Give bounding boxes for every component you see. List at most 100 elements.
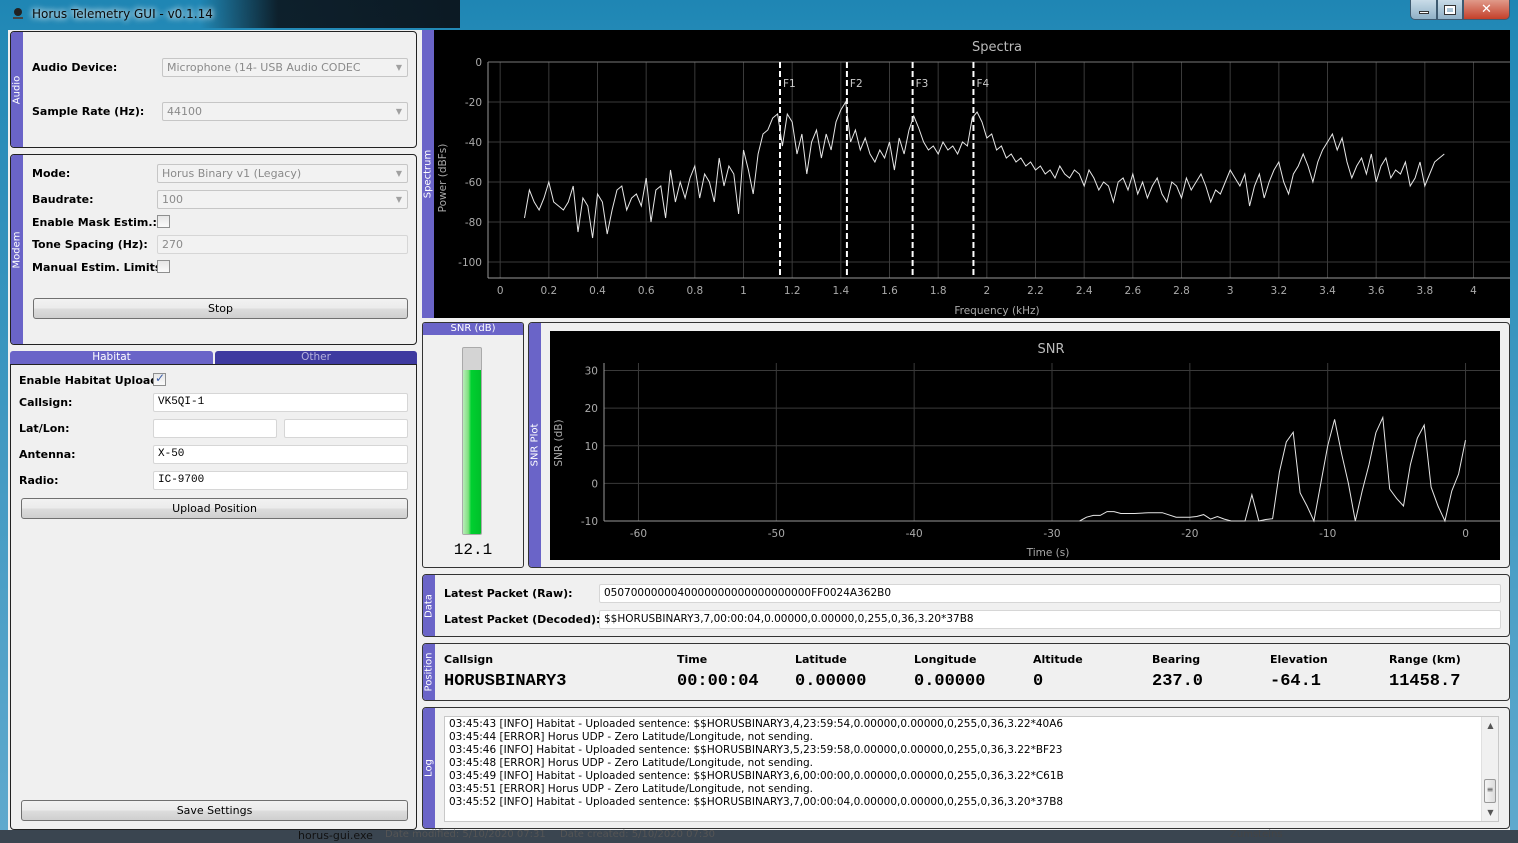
log-scrollbar[interactable]: ▲ ≡ ▼ xyxy=(1481,717,1498,821)
y-tick-label: -40 xyxy=(465,137,482,149)
log-section-tab: Log xyxy=(423,708,435,828)
x-tick-label: 0.4 xyxy=(589,285,606,297)
latitude-input[interactable] xyxy=(153,419,277,438)
spectrum-chart: Spectra 0 0.2 0.4 0.6 0.8 1 1.2 1.4 1.6 1.8 2 2.2 2.4… xyxy=(437,40,1510,317)
y-tick-label: -100 xyxy=(458,257,482,269)
x-tick-label: 3 xyxy=(1227,285,1234,297)
log-line: 03:45:48 [ERROR] Horus UDP - Zero Latitu… xyxy=(449,757,813,769)
scroll-up-icon[interactable]: ▲ xyxy=(1482,717,1499,734)
log-textarea[interactable]: 03:45:43 [INFO] Habitat - Uploaded sente… xyxy=(444,716,1499,822)
x-tick-label: 0 xyxy=(1462,528,1469,540)
x-tick-label: 1.4 xyxy=(832,285,849,297)
habitat-panel: Enable Habitat Upload: ✓ Callsign: VK5QI… xyxy=(10,364,417,830)
x-tick-label: 2.4 xyxy=(1076,285,1093,297)
radio-label: Radio: xyxy=(19,474,59,487)
x-tick-label: 2.8 xyxy=(1173,285,1190,297)
upload-position-button[interactable]: Upload Position xyxy=(21,498,408,519)
chevron-down-icon: ▼ xyxy=(395,107,402,116)
scroll-down-icon[interactable]: ▼ xyxy=(1482,804,1499,821)
tab-habitat[interactable]: Habitat xyxy=(10,351,213,365)
callsign-input[interactable]: VK5QI-1 xyxy=(153,393,408,412)
antenna-input[interactable]: X-50 xyxy=(153,445,408,464)
maximize-icon xyxy=(1444,4,1456,15)
audio-section-label: Audio xyxy=(11,75,23,104)
time-value: 00:00:04 xyxy=(677,672,759,691)
close-icon: ✕ xyxy=(1481,2,1492,17)
snr-value: 12.1 xyxy=(453,541,493,559)
x-tick-label: 2 xyxy=(983,285,990,297)
position-section-tab: Position xyxy=(423,644,435,700)
audio-device-select[interactable]: Microphone (14- USB Audio CODEC ▼ xyxy=(162,58,408,77)
tab-other[interactable]: Other xyxy=(215,351,417,365)
latitude-header: Latitude xyxy=(795,653,847,666)
background-other: Zumsteins xyxy=(1230,829,1283,840)
sample-rate-label: Sample Rate (Hz): xyxy=(32,105,145,118)
manual-estim-label: Manual Estim. Limits: xyxy=(32,261,166,274)
baudrate-select[interactable]: 100 ▼ xyxy=(157,190,408,209)
title-bar[interactable]: Horus Telemetry GUI - v0.1.14 ✕ xyxy=(0,0,1518,30)
x-tick-label: 2.6 xyxy=(1124,285,1141,297)
mask-estim-label: Enable Mask Estim.: xyxy=(32,216,157,229)
chevron-down-icon: ▼ xyxy=(395,169,402,178)
log-line: 03:45:52 [INFO] Habitat - Uploaded sente… xyxy=(449,796,1064,808)
audio-section-tab: Audio xyxy=(11,32,23,147)
data-section-tab: Data xyxy=(423,575,435,636)
maximize-button[interactable] xyxy=(1437,0,1463,20)
stop-button[interactable]: Stop xyxy=(33,298,408,319)
snr-meter: SNR (dB) 12.1 xyxy=(422,322,524,568)
callsign-header: Callsign xyxy=(444,653,494,666)
y-tick-label: 30 xyxy=(585,366,598,378)
longitude-value: 0.00000 xyxy=(914,672,986,691)
save-settings-button[interactable]: Save Settings xyxy=(21,800,408,821)
x-tick-label: 4 xyxy=(1470,285,1477,297)
radio-input[interactable]: IC-9700 xyxy=(153,471,408,490)
range-header: Range (km) xyxy=(1389,653,1461,666)
log-line: 03:45:46 [INFO] Habitat - Uploaded sente… xyxy=(449,744,1063,756)
snr-meter-header: SNR (dB) xyxy=(423,323,523,335)
background-modified: Date modified: 5/10/2020 07:31 xyxy=(385,829,546,840)
tone-spacing-input[interactable]: 270 xyxy=(157,235,408,254)
decoded-packet-field[interactable]: $$HORUSBINARY3,7,00:00:04,0.00000,0.0000… xyxy=(599,610,1501,629)
data-section-label: Data xyxy=(423,593,435,618)
time-header: Time xyxy=(677,653,708,666)
x-tick-label: -50 xyxy=(768,528,785,540)
snr-chart: SNR -60 -50 -40 -30 -20 -10 0 30 20 10 0 -10 Time (s)… xyxy=(550,331,1500,560)
tone-spacing-label: Tone Spacing (Hz): xyxy=(32,238,148,251)
modem-group: Modem Mode: Horus Binary v1 (Legacy) ▼ Ba… xyxy=(10,154,417,345)
y-tick-label: 10 xyxy=(585,441,598,453)
longitude-header: Longitude xyxy=(914,653,977,666)
scrollbar-thumb[interactable]: ≡ xyxy=(1484,779,1496,803)
chevron-down-icon: ▼ xyxy=(395,195,402,204)
altitude-value: 0 xyxy=(1033,672,1044,691)
bearing-value: 237.0 xyxy=(1152,672,1204,691)
mask-estim-checkbox[interactable] xyxy=(157,215,170,228)
y-axis-label: Power (dBFs) xyxy=(437,144,449,213)
modem-section-tab: Modem xyxy=(11,155,23,344)
callsign-value: HORUSBINARY3 xyxy=(444,672,567,691)
y-tick-label: 0 xyxy=(591,478,598,490)
mode-select[interactable]: Horus Binary v1 (Legacy) ▼ xyxy=(157,164,408,183)
x-tick-label: -30 xyxy=(1043,528,1060,540)
antenna-label: Antenna: xyxy=(19,448,76,461)
raw-packet-field[interactable]: 0507000000040000000000000000000FF0024A36… xyxy=(599,584,1501,603)
app-window: Horus Telemetry GUI - v0.1.14 ✕ Audio Au… xyxy=(0,0,1518,843)
manual-estim-checkbox[interactable] xyxy=(157,260,170,273)
minimize-button[interactable] xyxy=(1410,0,1437,20)
spectrum-section-label: Spectrum xyxy=(422,149,434,199)
enable-habitat-checkbox[interactable]: ✓ xyxy=(153,371,166,386)
raw-packet-label: Latest Packet (Raw): xyxy=(444,587,573,600)
tone-marker-label: F4 xyxy=(976,78,989,90)
snr-plot-section-label: SNR Plot xyxy=(529,423,541,467)
longitude-input[interactable] xyxy=(284,419,408,438)
y-tick-label: 0 xyxy=(475,57,482,69)
y-tick-label: 20 xyxy=(585,403,598,415)
elevation-header: Elevation xyxy=(1270,653,1328,666)
baudrate-label: Baudrate: xyxy=(32,193,94,206)
elevation-value: -64.1 xyxy=(1270,672,1322,691)
close-button[interactable]: ✕ xyxy=(1463,0,1510,20)
x-axis-label: Frequency (kHz) xyxy=(954,305,1039,317)
bearing-header: Bearing xyxy=(1152,653,1201,666)
background-explorer-strip: horus-gui.exe Date modified: 5/10/2020 0… xyxy=(0,829,1518,843)
chart-title: Spectra xyxy=(972,40,1022,55)
sample-rate-select[interactable]: 44100 ▼ xyxy=(162,102,408,121)
